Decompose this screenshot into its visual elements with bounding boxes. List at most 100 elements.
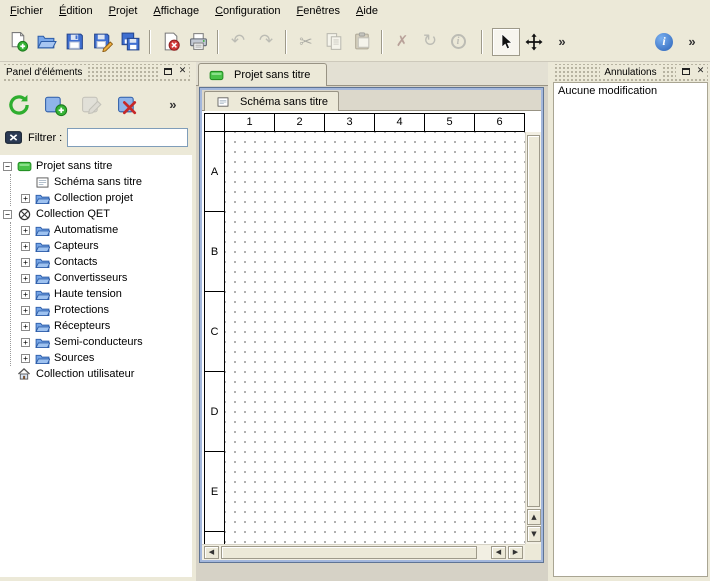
about-button[interactable]: i: [650, 28, 678, 56]
vertical-scrollbar-thumb[interactable]: [527, 135, 540, 507]
close-dock-button[interactable]: ✕: [694, 65, 707, 78]
folder-icon: [34, 272, 50, 285]
float-icon: [682, 68, 690, 75]
float-dock-button[interactable]: [679, 65, 692, 78]
edit-element-button[interactable]: [78, 90, 106, 120]
float-dock-button[interactable]: [161, 65, 174, 78]
toolbar-separator: [217, 30, 219, 54]
expand-icon[interactable]: +: [21, 226, 30, 235]
horizontal-scrollbar[interactable]: ◀ ◀ ▶: [202, 544, 525, 560]
tree-item-semi-conducteurs[interactable]: + Semi-conducteurs: [11, 334, 192, 350]
print-button[interactable]: [184, 28, 212, 56]
delete-button[interactable]: ✗: [388, 28, 416, 56]
folder-icon: [34, 240, 50, 253]
tree-item-recepteurs[interactable]: + Récepteurs: [11, 318, 192, 334]
tree-item-collection-projet[interactable]: + Collection projet: [11, 190, 192, 206]
toolbar-overflow-button[interactable]: »: [548, 28, 576, 56]
undo-dock-title-bar[interactable]: Annulations ✕: [553, 64, 708, 81]
new-element-button[interactable]: [41, 90, 69, 120]
tree-branch: Schéma sans titre + Collection projet: [10, 174, 192, 206]
tree-item-protections[interactable]: + Protections: [11, 302, 192, 318]
floppy-pencil-icon: [92, 31, 113, 52]
expand-icon[interactable]: +: [21, 242, 30, 251]
expand-icon[interactable]: +: [21, 306, 30, 315]
save-button[interactable]: [60, 28, 88, 56]
scroll-down-button[interactable]: ▼: [527, 526, 541, 542]
info-icon: i: [451, 34, 466, 49]
menu-fenetres[interactable]: Fenêtres: [289, 2, 348, 20]
row-headers: A B C D E: [205, 114, 225, 544]
elements-panel-title-bar[interactable]: Panel d'éléments ✕: [2, 64, 190, 81]
scroll-left-button[interactable]: ◀: [204, 546, 219, 559]
filter-input[interactable]: [67, 128, 188, 147]
tree-item-schema[interactable]: Schéma sans titre: [11, 174, 192, 190]
schema-canvas[interactable]: 1 2 3 4 5 6 A B C: [202, 111, 525, 544]
expand-icon[interactable]: +: [21, 290, 30, 299]
collapse-icon[interactable]: −: [3, 162, 12, 171]
tab-project[interactable]: Projet sans titre: [198, 63, 327, 86]
tree-item-haute-tension[interactable]: + Haute tension: [11, 286, 192, 302]
help-toolbar-overflow-button[interactable]: »: [678, 28, 706, 56]
elements-toolbar-overflow-button[interactable]: »: [159, 90, 187, 120]
chevron-right-icon: »: [169, 98, 176, 111]
copy-button[interactable]: [320, 28, 348, 56]
float-icon: [164, 68, 172, 75]
redo-button[interactable]: ↷: [252, 28, 280, 56]
selection-toolbar: »: [488, 24, 580, 60]
tree-item-label: Projet sans titre: [36, 160, 112, 172]
menu-projet[interactable]: Projet: [101, 2, 146, 20]
tree-item-contacts[interactable]: + Contacts: [11, 254, 192, 270]
expand-icon[interactable]: +: [21, 194, 30, 203]
menu-bar: Fichier Édition Projet Affichage Configu…: [0, 0, 710, 22]
delete-element-button[interactable]: [114, 90, 142, 120]
expand-icon[interactable]: +: [21, 322, 30, 331]
expand-icon[interactable]: +: [21, 338, 30, 347]
column-header: 5: [425, 114, 475, 131]
rotate-button[interactable]: ↻: [416, 28, 444, 56]
row-header: E: [205, 452, 224, 532]
menu-fichier[interactable]: Fichier: [2, 2, 51, 20]
undo-button[interactable]: ↶: [224, 28, 252, 56]
tree-item-automatisme[interactable]: + Automatisme: [11, 222, 192, 238]
move-tool-button[interactable]: [520, 28, 548, 56]
scroll-up-button[interactable]: ▲: [527, 509, 541, 525]
new-project-button[interactable]: [4, 28, 32, 56]
open-project-button[interactable]: [32, 28, 60, 56]
menu-affichage[interactable]: Affichage: [145, 2, 207, 20]
scroll-left-button-2[interactable]: ◀: [491, 546, 506, 559]
tab-schema[interactable]: Schéma sans titre: [204, 91, 339, 111]
tree-item-project[interactable]: − Projet sans titre: [0, 158, 192, 174]
save-all-button[interactable]: [116, 28, 144, 56]
tree-item-collection-qet[interactable]: − Collection QET: [0, 206, 192, 222]
tree-item-sources[interactable]: + Sources: [11, 350, 192, 366]
undo-history-list[interactable]: Aucune modification: [553, 82, 708, 577]
horizontal-scrollbar-thumb[interactable]: [221, 546, 477, 559]
expand-icon[interactable]: +: [21, 258, 30, 267]
dock-buttons: ✕: [676, 65, 707, 78]
close-dock-button[interactable]: ✕: [176, 65, 189, 78]
close-file-button[interactable]: [156, 28, 184, 56]
undo-list-item[interactable]: Aucune modification: [554, 83, 707, 99]
menu-configuration[interactable]: Configuration: [207, 2, 288, 20]
collapse-icon[interactable]: −: [3, 210, 12, 219]
select-tool-button[interactable]: [492, 28, 520, 56]
reload-collections-button[interactable]: [5, 90, 33, 120]
menu-aide[interactable]: Aide: [348, 2, 386, 20]
save-as-button[interactable]: [88, 28, 116, 56]
expand-icon[interactable]: +: [21, 274, 30, 283]
cut-button[interactable]: ✂: [292, 28, 320, 56]
paste-button[interactable]: [348, 28, 376, 56]
clear-filter-icon[interactable]: [4, 128, 23, 147]
tree-item-capteurs[interactable]: + Capteurs: [11, 238, 192, 254]
conductor-info-button[interactable]: i: [444, 28, 472, 56]
tree-item-collection-utilisateur[interactable]: Collection utilisateur: [0, 366, 192, 382]
tree-item-convertisseurs[interactable]: + Convertisseurs: [11, 270, 192, 286]
grid-dots: [225, 132, 525, 544]
menu-edition[interactable]: Édition: [51, 2, 101, 20]
scroll-right-button[interactable]: ▶: [508, 546, 523, 559]
vertical-scrollbar[interactable]: ▲ ▼: [525, 132, 541, 544]
new-element-icon: [43, 92, 68, 117]
expand-icon[interactable]: +: [21, 354, 30, 363]
delete-icon: ✗: [396, 34, 409, 49]
row-header: C: [205, 292, 224, 372]
